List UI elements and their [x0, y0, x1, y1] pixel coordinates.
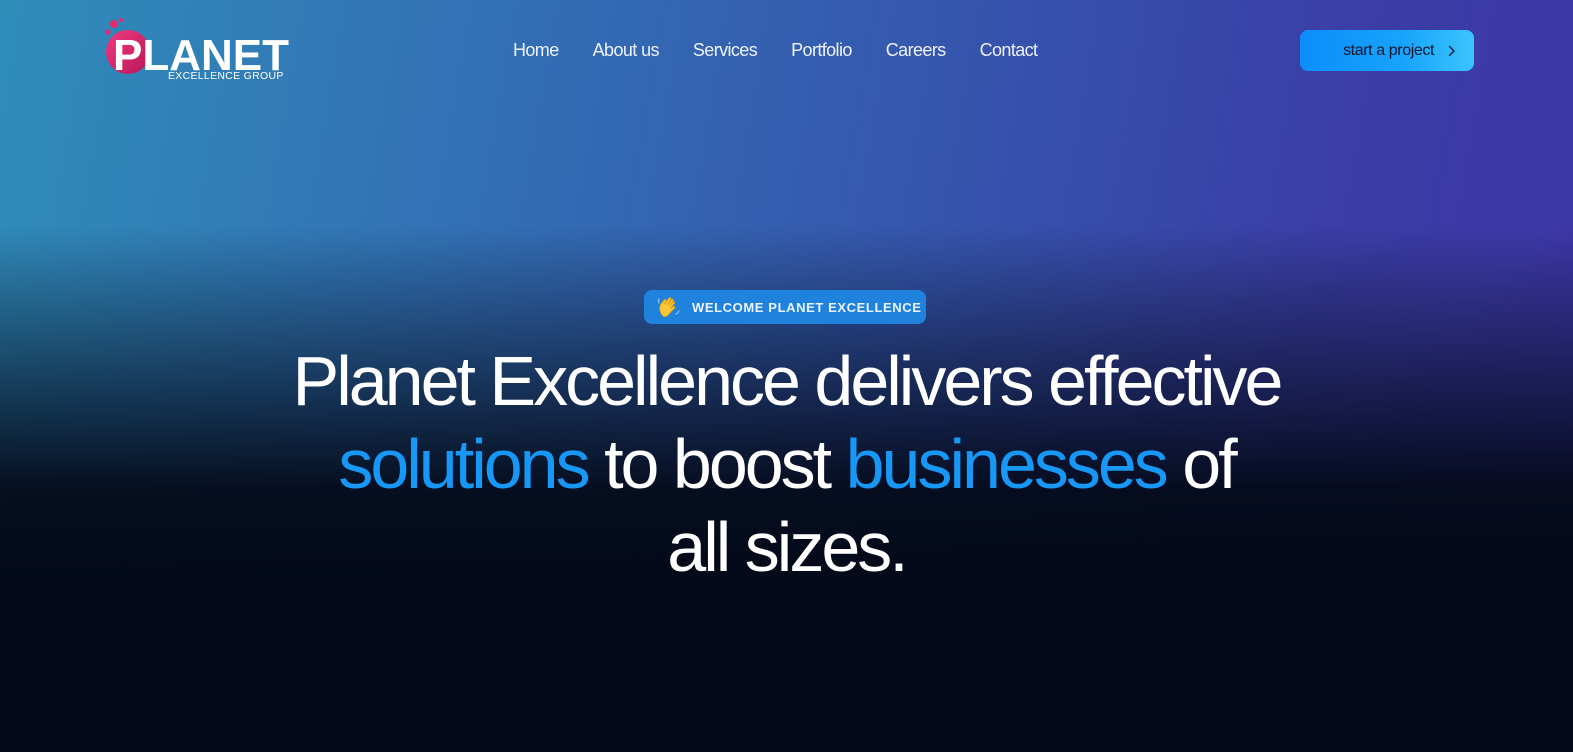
welcome-badge-text: WELCOME PLANET EXCELLENCE [692, 299, 922, 315]
waving-hand-icon [656, 294, 682, 320]
svg-text:EXCELLENCE GROUP: EXCELLENCE GROUP [168, 70, 284, 82]
planet-excellence-logo[interactable]: PLANET EXCELLENCE GROUP [103, 16, 303, 82]
logo-graphic: PLANET EXCELLENCE GROUP [105, 17, 289, 82]
hero-highlight-businesses: businesses [845, 425, 1169, 503]
start-project-label: start a project [1343, 41, 1434, 59]
nav-careers[interactable]: Careers [886, 36, 946, 64]
hero-headline: Planet Excellence delivers effective sol… [200, 340, 1373, 589]
site-header: PLANET EXCELLENCE GROUP Home About us Se… [0, 0, 1573, 100]
start-project-button[interactable]: start a project [1300, 30, 1474, 71]
welcome-badge: WELCOME PLANET EXCELLENCE [644, 290, 926, 324]
hero-text-to-boost: to boost [604, 425, 832, 503]
hero-line-1: Planet Excellence delivers effective [292, 342, 1284, 420]
nav-contact[interactable]: Contact [980, 36, 1038, 64]
nav-about-us[interactable]: About us [593, 36, 660, 64]
hero-text-of: of [1182, 425, 1237, 503]
nav-portfolio[interactable]: Portfolio [791, 36, 852, 64]
nav-services[interactable]: Services [693, 36, 758, 64]
main-nav: Home About us Services Portfolio Careers… [513, 36, 1038, 64]
hero-line-3: all sizes. [667, 508, 908, 586]
hero-highlight-solutions: solutions [338, 425, 590, 503]
nav-home[interactable]: Home [513, 36, 559, 64]
chevron-right-icon [1448, 45, 1456, 57]
